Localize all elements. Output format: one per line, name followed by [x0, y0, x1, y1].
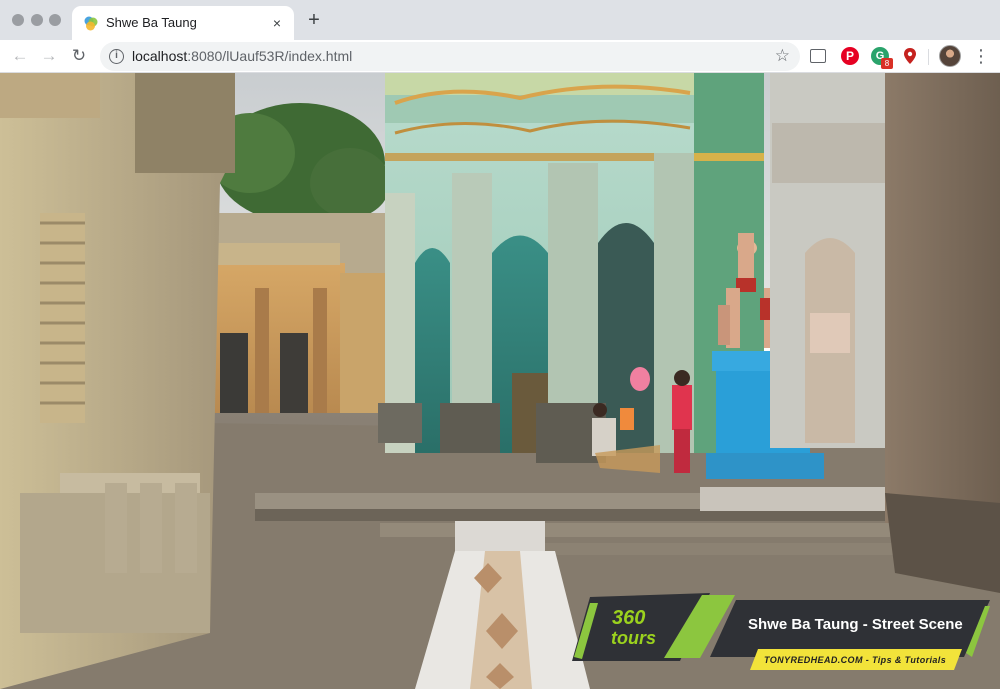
tab-strip: Shwe Ba Taung × + [0, 0, 1000, 40]
toolbar-divider [928, 49, 929, 65]
badge-logo-tours: tours [611, 628, 656, 648]
scene-credit[interactable]: TONYREDHEAD.COM - Tips & Tutorials [764, 655, 946, 665]
grammarly-badge: 8 [881, 58, 893, 69]
site-info-icon[interactable]: i [109, 49, 124, 64]
panorama-viewport[interactable]: 360 tours Shwe Ba Taung - Street Scene T… [0, 73, 1000, 689]
map-pin-icon[interactable] [901, 47, 919, 65]
badge-logo-360: 360 [612, 607, 646, 629]
reload-button[interactable]: ↻ [68, 45, 90, 67]
scene-title: Shwe Ba Taung - Street Scene [748, 616, 963, 633]
url-text[interactable]: localhost:8080/lUauf53R/index.html [132, 48, 352, 64]
active-tab[interactable]: Shwe Ba Taung × [72, 6, 294, 40]
back-button[interactable]: ← [9, 45, 31, 67]
bookmark-star-icon[interactable]: ☆ [775, 46, 790, 66]
window-zoom-dot[interactable] [49, 14, 61, 26]
cast-icon[interactable] [810, 49, 826, 63]
tab-title: Shwe Ba Taung [106, 15, 197, 30]
window-close-dot[interactable] [12, 14, 24, 26]
browser-menu-icon[interactable]: ⋮ [972, 44, 990, 68]
forward-button[interactable]: → [38, 45, 60, 67]
browser-toolbar: ← → ↻ i localhost:8080/lUauf53R/index.ht… [0, 40, 1000, 73]
panorama-photo [0, 73, 1000, 689]
url-host: localhost [132, 48, 188, 64]
window-minimize-dot[interactable] [31, 14, 43, 26]
profile-avatar[interactable] [939, 45, 961, 67]
url-path: :8080/lUauf53R/index.html [187, 48, 353, 64]
pinterest-icon[interactable]: P [841, 47, 859, 65]
site-favicon-icon [84, 16, 98, 31]
address-bar[interactable]: i localhost:8080/lUauf53R/index.html ☆ [100, 42, 800, 71]
new-tab-button[interactable]: + [303, 10, 325, 32]
tab-close-icon[interactable]: × [268, 14, 286, 32]
